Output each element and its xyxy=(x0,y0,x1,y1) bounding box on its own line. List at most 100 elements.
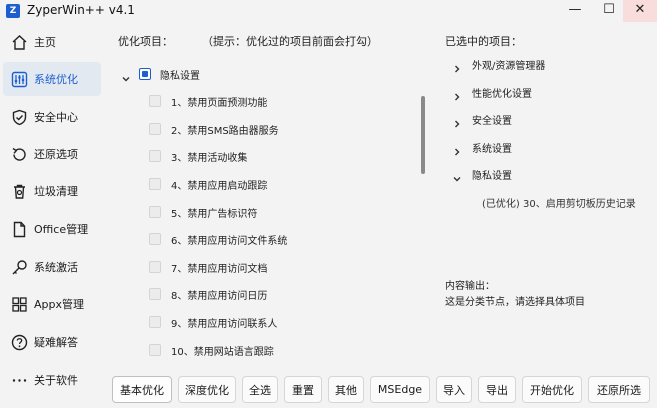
sidebar-item-office[interactable]: Office管理 xyxy=(3,212,101,246)
help-icon xyxy=(11,334,28,351)
output-label: 内容输出： xyxy=(445,281,495,292)
item-label: 9、禁用应用访问联系人 xyxy=(171,318,278,330)
export-button[interactable]: 导出 xyxy=(478,376,516,403)
sidebar-item-cleanup[interactable]: 垃圾清理 xyxy=(3,174,101,208)
item-checkbox[interactable] xyxy=(149,206,161,218)
sidebar-item-home[interactable]: 主页 xyxy=(3,25,101,59)
chevron-down-icon[interactable] xyxy=(121,69,131,82)
sidebar-item-label: 系统优化 xyxy=(34,73,78,86)
item-label: 7、禁用应用访问文档 xyxy=(171,263,268,275)
item-label: 10、禁用网站语言跟踪 xyxy=(171,346,274,358)
msedge-button[interactable]: MSEdge xyxy=(370,376,430,403)
selected-group-security[interactable]: 安全设置 xyxy=(452,111,512,128)
selected-group-appearance[interactable]: 外观/资源管理器 xyxy=(452,56,546,73)
chevron-right-icon[interactable] xyxy=(452,59,462,73)
selected-group-label: 系统设置 xyxy=(472,143,512,155)
item-label: 5、禁用广告标识符 xyxy=(171,208,258,220)
sidebar-item-label: 疑难解答 xyxy=(34,336,78,349)
sidebar-item-label: 关于软件 xyxy=(34,374,78,387)
restore-icon xyxy=(11,146,28,163)
start-optimize-button[interactable]: 开始优化 xyxy=(522,376,582,403)
selected-item-detail[interactable]: (已优化) 30、启用剪切板历史记录 xyxy=(482,195,636,210)
item-checkbox[interactable] xyxy=(149,233,161,245)
tree-root-privacy[interactable]: 隐私设置 xyxy=(121,66,200,82)
selected-group-label: 安全设置 xyxy=(472,115,512,127)
list-item[interactable]: 1、禁用页面预测功能 xyxy=(149,93,267,109)
selected-header: 已选中的项目： xyxy=(445,35,522,48)
list-item[interactable]: 4、禁用应用启动跟踪 xyxy=(149,176,267,192)
item-checkbox[interactable] xyxy=(149,150,161,162)
item-label: 2、禁用SMS路由器服务 xyxy=(171,125,279,137)
privacy-checkbox[interactable] xyxy=(139,68,151,80)
list-item[interactable]: 5、禁用广告标识符 xyxy=(149,204,257,220)
sidebar-item-label: 垃圾清理 xyxy=(34,185,78,198)
sidebar-item-label: 还原选项 xyxy=(34,148,78,161)
document-icon xyxy=(11,221,28,238)
sidebar-item-security[interactable]: 安全中心 xyxy=(3,100,101,134)
shield-icon xyxy=(11,109,28,126)
sidebar-item-activation[interactable]: 系统激活 xyxy=(3,250,101,284)
item-checkbox[interactable] xyxy=(149,178,161,190)
sidebar-item-appx[interactable]: Appx管理 xyxy=(3,287,101,321)
item-checkbox[interactable] xyxy=(149,123,161,135)
list-item[interactable]: 3、禁用活动收集 xyxy=(149,148,247,164)
selected-group-performance[interactable]: 性能优化设置 xyxy=(452,84,532,101)
maximize-button[interactable]: ☐ xyxy=(594,0,624,22)
item-checkbox[interactable] xyxy=(149,288,161,300)
app-logo-icon: Z xyxy=(6,4,20,18)
item-label: 8、禁用应用访问日历 xyxy=(171,290,268,302)
apps-icon xyxy=(11,296,28,313)
list-item[interactable]: 6、禁用应用访问文件系统 xyxy=(149,231,287,247)
list-item[interactable]: 7、禁用应用访问文档 xyxy=(149,259,267,275)
sidebar-item-label: Office管理 xyxy=(34,223,89,236)
selected-group-label: 隐私设置 xyxy=(472,170,512,182)
item-checkbox[interactable] xyxy=(149,316,161,328)
more-icon xyxy=(11,372,28,389)
selected-group-label: 性能优化设置 xyxy=(472,88,532,100)
list-item[interactable]: 10、禁用网站语言跟踪 xyxy=(149,342,274,358)
restore-selected-button[interactable]: 还原所选 xyxy=(588,376,650,403)
tree-root-label: 隐私设置 xyxy=(160,70,200,82)
list-item[interactable]: 8、禁用应用访问日历 xyxy=(149,286,267,302)
home-icon xyxy=(11,34,28,51)
title-bar: Z ZyperWin++ v4.1 — ☐ ✕ xyxy=(0,0,657,22)
sidebar-item-label: 系统激活 xyxy=(34,261,78,274)
item-checkbox[interactable] xyxy=(149,261,161,273)
options-hint: （提示：优化过的项目前面会打勾） xyxy=(202,35,378,48)
reset-button[interactable]: 重置 xyxy=(284,376,322,403)
deep-optimize-button[interactable]: 深度优化 xyxy=(178,376,236,403)
item-label: 4、禁用应用启动跟踪 xyxy=(171,180,268,192)
sidebar-item-about[interactable]: 关于软件 xyxy=(3,363,101,397)
other-button[interactable]: 其他 xyxy=(328,376,364,403)
trash-icon xyxy=(11,183,28,200)
sidebar-item-restore[interactable]: 还原选项 xyxy=(3,137,101,171)
sidebar-item-label: 安全中心 xyxy=(34,111,78,124)
window-title: ZyperWin++ v4.1 xyxy=(27,3,135,17)
sidebar: 主页 系统优化 安全中心 还原选项 垃圾清理 Office管理 系统激活 App… xyxy=(0,22,102,408)
options-scrollbar[interactable] xyxy=(421,96,425,174)
sidebar-item-troubleshoot[interactable]: 疑难解答 xyxy=(3,325,101,359)
sidebar-item-system-optimize[interactable]: 系统优化 xyxy=(3,62,101,96)
basic-optimize-button[interactable]: 基本优化 xyxy=(112,376,172,403)
item-label: 1、禁用页面预测功能 xyxy=(171,97,268,109)
chevron-right-icon[interactable] xyxy=(452,87,462,101)
options-header: 优化项目： xyxy=(118,35,173,48)
sidebar-item-label: Appx管理 xyxy=(34,298,84,311)
selected-group-privacy[interactable]: 隐私设置 xyxy=(452,166,512,182)
item-checkbox[interactable] xyxy=(149,344,161,356)
close-button[interactable]: ✕ xyxy=(623,0,657,22)
selected-group-label: 外观/资源管理器 xyxy=(472,60,546,72)
key-icon xyxy=(11,259,28,276)
list-item[interactable]: 2、禁用SMS路由器服务 xyxy=(149,121,279,137)
selected-group-system[interactable]: 系统设置 xyxy=(452,139,512,156)
chevron-right-icon[interactable] xyxy=(452,114,462,128)
chevron-down-icon[interactable] xyxy=(452,169,462,182)
item-checkbox[interactable] xyxy=(149,95,161,107)
minimize-button[interactable]: — xyxy=(560,0,590,22)
chevron-right-icon[interactable] xyxy=(452,142,462,156)
select-all-button[interactable]: 全选 xyxy=(242,376,278,403)
list-item[interactable]: 9、禁用应用访问联系人 xyxy=(149,314,277,330)
import-button[interactable]: 导入 xyxy=(436,376,472,403)
item-label: 6、禁用应用访问文件系统 xyxy=(171,235,288,247)
output-text: 这是分类节点，请选择具体项目 xyxy=(445,297,585,308)
